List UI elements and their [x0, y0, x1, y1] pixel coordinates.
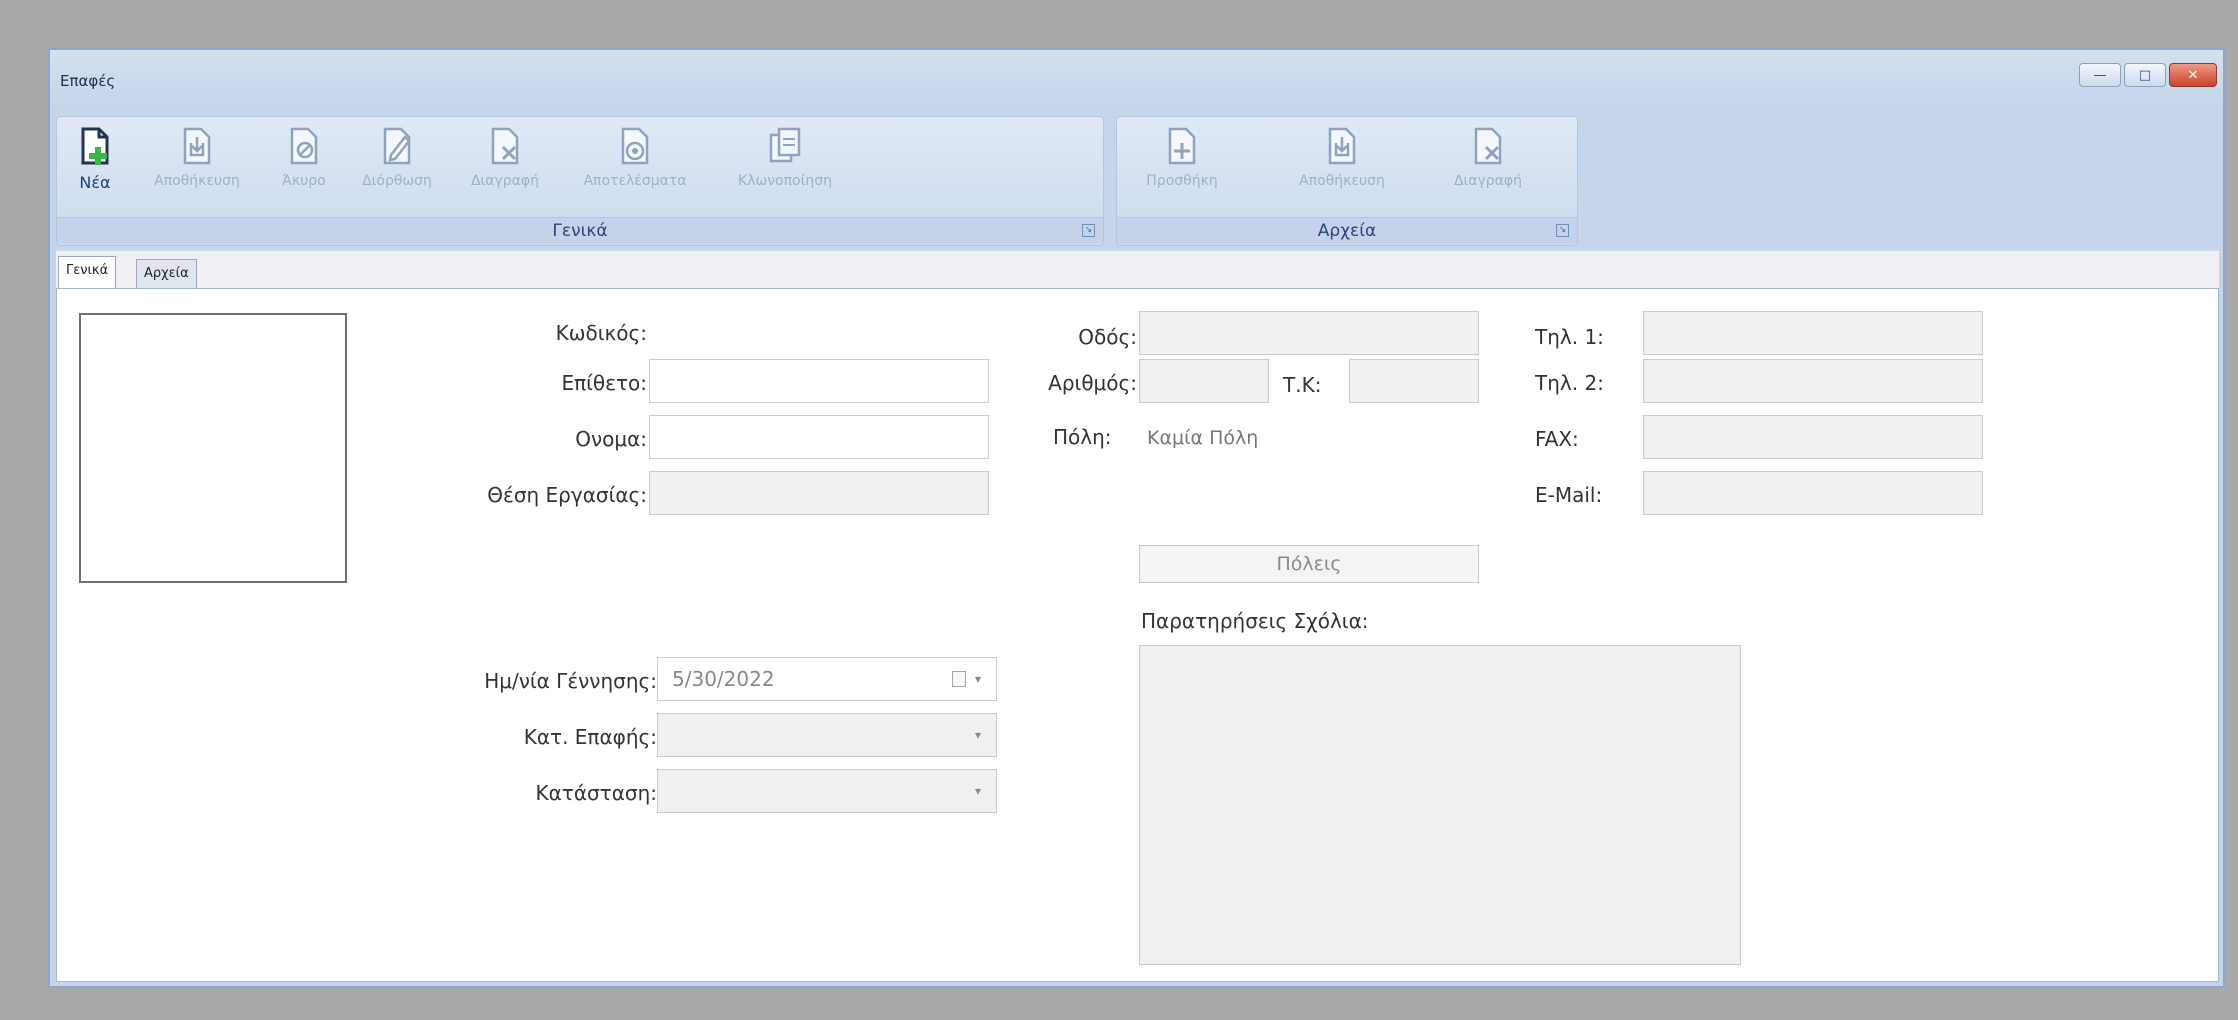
- email-field[interactable]: [1643, 471, 1983, 515]
- clone-button[interactable]: Κλωνοποίηση: [715, 125, 855, 213]
- results-document-icon: [621, 127, 649, 165]
- surname-input[interactable]: [650, 360, 988, 402]
- calendar-icon[interactable]: [952, 671, 966, 687]
- edit-document-icon: [383, 127, 411, 165]
- save-document-icon: [183, 127, 211, 165]
- birth-date-field[interactable]: ▾: [657, 657, 997, 701]
- new-document-icon: [81, 127, 109, 165]
- delete-file-icon: [1474, 127, 1502, 165]
- street-field[interactable]: [1139, 311, 1479, 355]
- street-label: Οδός:: [1078, 325, 1137, 349]
- phone1-label: Τηλ. 1:: [1535, 325, 1604, 349]
- window-title: Επαφές: [60, 72, 116, 90]
- delete-button[interactable]: Διαγραφή: [455, 125, 555, 213]
- email-input[interactable]: [1644, 472, 1982, 514]
- notes-label: Παρατηρήσεις Σχόλια:: [1141, 609, 1369, 633]
- cancel-button-label: Άκυρο: [282, 173, 326, 189]
- close-button[interactable]: ✕: [2169, 63, 2217, 87]
- results-button-label: Αποτελέσματα: [583, 173, 687, 189]
- phone2-label: Τηλ. 2:: [1535, 371, 1604, 395]
- surname-field[interactable]: [649, 359, 989, 403]
- status-label: Κατάσταση:: [535, 781, 657, 805]
- add-file-button-label: Προσθήκη: [1146, 173, 1218, 189]
- add-file-button[interactable]: Προσθήκη: [1127, 125, 1237, 213]
- save-file-button-label: Αποθήκευση: [1299, 173, 1385, 189]
- chevron-down-icon[interactable]: ▾: [968, 658, 988, 700]
- minimize-icon: —: [2093, 67, 2107, 83]
- name-field[interactable]: [649, 415, 989, 459]
- minimize-button[interactable]: —: [2079, 63, 2121, 87]
- maximize-button[interactable]: □: [2124, 63, 2166, 87]
- number-label: Αριθμός:: [1048, 371, 1137, 395]
- close-icon: ✕: [2187, 67, 2199, 83]
- surname-label: Επίθετο:: [561, 371, 647, 395]
- fax-field[interactable]: [1643, 415, 1983, 459]
- maximize-icon: □: [2138, 67, 2152, 83]
- new-button-label: Νέα: [79, 173, 111, 192]
- delete-document-icon: [491, 127, 519, 165]
- job-field[interactable]: [649, 471, 989, 515]
- save-file-button[interactable]: Αποθήκευση: [1287, 125, 1397, 213]
- save-button[interactable]: Αποθήκευση: [137, 125, 257, 213]
- clone-document-icon: [769, 127, 801, 163]
- clone-button-label: Κλωνοποίηση: [738, 173, 832, 189]
- save-file-icon: [1328, 127, 1356, 165]
- ribbon-group-files-label: Αρχεία: [1117, 217, 1577, 243]
- category-select[interactable]: ▾: [657, 713, 997, 757]
- chevron-down-icon[interactable]: ▾: [968, 714, 988, 756]
- number-input[interactable]: [1140, 360, 1268, 402]
- phone1-input[interactable]: [1644, 312, 1982, 354]
- postal-code-label: Τ.Κ:: [1283, 373, 1322, 397]
- notes-textarea[interactable]: [1139, 645, 1741, 965]
- city-value: Καμία Πόλη: [1147, 427, 1259, 449]
- ribbon: Νέα Αποθήκευση Άκυρο Διόρθωση Διαγραφή Α…: [56, 116, 2219, 250]
- window-controls: — □ ✕: [2079, 63, 2217, 87]
- status-select[interactable]: ▾: [657, 769, 997, 813]
- cities-button[interactable]: Πόλεις: [1139, 545, 1479, 583]
- postal-code-input[interactable]: [1350, 360, 1478, 402]
- delete-button-label: Διαγραφή: [470, 173, 540, 189]
- job-input[interactable]: [650, 472, 988, 514]
- contacts-window: Επαφές — □ ✕ Νέα Αποθήκευση Άκυρο Διόρθω…: [48, 48, 2225, 988]
- tab-files[interactable]: Αρχεία: [136, 259, 197, 289]
- tab-strip: Γενικά Αρχεία: [56, 250, 2219, 290]
- phone2-field[interactable]: [1643, 359, 1983, 403]
- dialog-launcher-icon[interactable]: ↘: [1556, 224, 1569, 237]
- ribbon-group-general: Νέα Αποθήκευση Άκυρο Διόρθωση Διαγραφή Α…: [56, 116, 1104, 246]
- results-button[interactable]: Αποτελέσματα: [565, 125, 705, 213]
- chevron-down-icon[interactable]: ▾: [968, 770, 988, 812]
- category-label: Κατ. Επαφής:: [523, 725, 657, 749]
- save-button-label: Αποθήκευση: [154, 173, 240, 189]
- title-bar: Επαφές — □ ✕: [50, 50, 2223, 112]
- dialog-launcher-icon[interactable]: ↘: [1082, 224, 1095, 237]
- name-input[interactable]: [650, 416, 988, 458]
- cancel-button[interactable]: Άκυρο: [269, 125, 339, 213]
- phone2-input[interactable]: [1644, 360, 1982, 402]
- postal-code-field[interactable]: [1349, 359, 1479, 403]
- city-label: Πόλη:: [1053, 425, 1112, 449]
- ribbon-group-files: Προσθήκη Αποθήκευση Διαγραφή Αρχεία ↘: [1116, 116, 1578, 246]
- delete-file-button[interactable]: Διαγραφή: [1433, 125, 1543, 213]
- add-file-icon: [1168, 127, 1196, 165]
- tab-general[interactable]: Γενικά: [58, 256, 117, 290]
- form-panel: Κωδικός: Επίθετο: Ονομα: Θέση Εργασίας: …: [56, 288, 2219, 982]
- ribbon-group-general-label: Γενικά: [57, 217, 1103, 243]
- edit-button-label: Διόρθωση: [362, 173, 432, 189]
- cancel-document-icon: [290, 127, 318, 165]
- street-input[interactable]: [1140, 312, 1478, 354]
- fax-input[interactable]: [1644, 416, 1982, 458]
- fax-label: FAX:: [1535, 427, 1579, 451]
- birth-date-input[interactable]: [658, 658, 996, 700]
- contact-photo[interactable]: [79, 313, 347, 583]
- edit-button[interactable]: Διόρθωση: [347, 125, 447, 213]
- delete-file-button-label: Διαγραφή: [1453, 173, 1523, 189]
- new-button[interactable]: Νέα: [67, 125, 123, 213]
- email-label: E-Mail:: [1535, 483, 1603, 507]
- phone1-field[interactable]: [1643, 311, 1983, 355]
- name-label: Ονομα:: [575, 427, 647, 451]
- job-label: Θέση Εργασίας:: [487, 483, 647, 507]
- number-field[interactable]: [1139, 359, 1269, 403]
- code-label: Κωδικός:: [555, 321, 647, 345]
- birth-date-label: Ημ/νία Γέννησης:: [484, 669, 657, 693]
